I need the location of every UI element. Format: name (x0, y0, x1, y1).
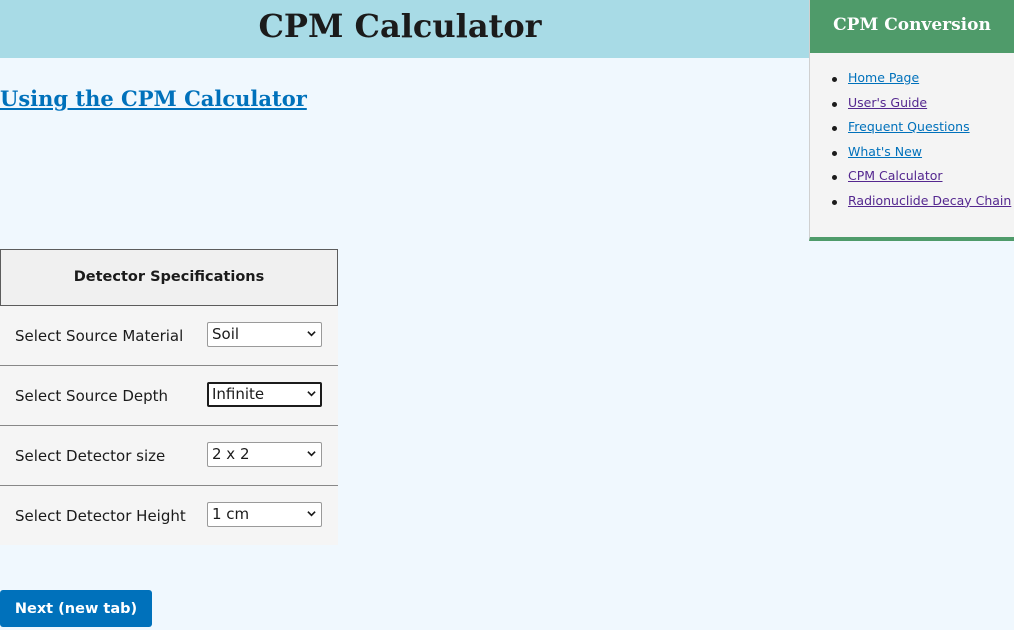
home-page-link[interactable]: Home Page (848, 70, 919, 85)
source-material-label: Select Source Material (15, 327, 184, 345)
spec-row-source-material: Select Source Material Soil (0, 306, 338, 366)
detector-size-value: 2 x 2 (212, 445, 250, 463)
detector-spec-table: Detector Specifications Select Source Ma… (0, 249, 338, 545)
frequent-questions-link[interactable]: Frequent Questions (848, 119, 970, 134)
source-material-value: Soil (212, 325, 240, 343)
spec-row-source-depth: Select Source Depth Infinite (0, 366, 338, 426)
chevron-down-icon (307, 391, 316, 397)
chevron-down-icon (307, 331, 316, 337)
sidebar-nav: Home Page User's Guide Frequent Question… (810, 70, 1011, 217)
sidebar-item-decay-chain: Radionuclide Decay Chain (810, 193, 1011, 218)
source-material-select[interactable]: Soil (207, 322, 322, 347)
using-calculator-link[interactable]: Using the CPM Calculator (0, 86, 307, 111)
detector-height-select[interactable]: 1 cm (207, 502, 322, 527)
sidebar-item-cpm-calculator: CPM Calculator (810, 168, 1011, 193)
sidebar-title: CPM Conversion (810, 0, 1014, 53)
sidebar-item-whats-new: What's New (810, 144, 1011, 169)
whats-new-link[interactable]: What's New (848, 144, 922, 159)
source-depth-label: Select Source Depth (15, 387, 169, 405)
detector-height-value: 1 cm (212, 505, 250, 523)
next-button[interactable]: Next (new tab) (0, 590, 152, 627)
sidebar: CPM Conversion Home Page User's Guide Fr… (809, 0, 1014, 241)
detector-size-label: Select Detector size (15, 447, 166, 465)
spec-table-header: Detector Specifications (0, 249, 338, 306)
cpm-calculator-link[interactable]: CPM Calculator (848, 168, 943, 183)
source-depth-select[interactable]: Infinite (207, 382, 322, 407)
detector-size-select[interactable]: 2 x 2 (207, 442, 322, 467)
spec-row-detector-height: Select Detector Height 1 cm (0, 486, 338, 545)
source-depth-value: Infinite (212, 385, 265, 403)
detector-height-label: Select Detector Height (15, 507, 186, 525)
chevron-down-icon (307, 511, 316, 517)
decay-chain-link[interactable]: Radionuclide Decay Chain (848, 193, 1011, 208)
page-header: CPM Calculator (0, 0, 809, 58)
sidebar-item-faq: Frequent Questions (810, 119, 1011, 144)
sidebar-item-users-guide: User's Guide (810, 95, 1011, 120)
spec-row-detector-size: Select Detector size 2 x 2 (0, 426, 338, 486)
sidebar-item-home: Home Page (810, 70, 1011, 95)
chevron-down-icon (307, 451, 316, 457)
page-title: CPM Calculator (258, 7, 542, 45)
users-guide-link[interactable]: User's Guide (848, 95, 927, 110)
